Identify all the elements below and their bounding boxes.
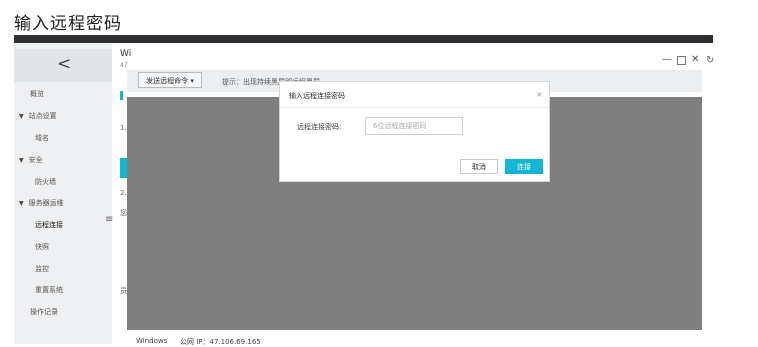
sidebar-group-site-settings[interactable]: ▼ 站点设置: [19, 111, 57, 121]
content-fragment: 员: [120, 287, 127, 295]
step-number: 1.: [120, 124, 127, 132]
password-dialog: 输入远程连接密码 × 远程连接密码: 取消 连接: [279, 81, 550, 182]
sidebar-item-remote-connect[interactable]: 远程连接: [35, 220, 63, 230]
sidebar-item-firewall[interactable]: 防火墙: [35, 177, 56, 187]
sidebar-group-server-ops[interactable]: ▼ 服务器运维: [19, 198, 64, 208]
caret-down-icon: ▼: [19, 200, 24, 207]
sidebar-item-reset-system[interactable]: 重置系统: [35, 285, 63, 295]
page-title: 输入远程密码: [14, 14, 122, 34]
sidebar-group-label: 站点设置: [28, 112, 57, 120]
console-title: Wi: [120, 49, 132, 59]
sidebar-header: <: [14, 49, 112, 82]
accent-marker: [120, 91, 123, 100]
refresh-icon[interactable]: ↻: [706, 55, 714, 66]
cancel-button[interactable]: 取消: [460, 159, 498, 174]
menu-icon[interactable]: ≡: [105, 214, 113, 225]
sidebar: <: [14, 43, 112, 344]
maximize-icon[interactable]: [677, 56, 686, 65]
console-subtitle: 47: [120, 62, 128, 69]
step-number: 2.: [120, 189, 127, 197]
sidebar-group-label: 安全: [28, 156, 43, 164]
app-top-bar: [14, 35, 713, 43]
sidebar-group-security[interactable]: ▼ 安全: [19, 155, 43, 165]
sidebar-item-overview[interactable]: 概览: [30, 89, 44, 99]
divider: [280, 107, 549, 108]
dialog-title: 输入远程连接密码: [289, 92, 345, 100]
close-icon[interactable]: ×: [536, 90, 543, 99]
send-command-label: 发送远程命令: [146, 77, 189, 85]
caret-down-icon: ▼: [19, 157, 24, 164]
collapse-sidebar-button[interactable]: <: [57, 54, 71, 74]
minimize-icon[interactable]: —: [662, 55, 672, 65]
close-icon[interactable]: ✕: [691, 55, 699, 65]
connect-button[interactable]: 连接: [505, 159, 543, 174]
password-label: 远程连接密码:: [297, 123, 342, 131]
sidebar-item-domain[interactable]: 域名: [35, 133, 49, 143]
sidebar-item-snapshot[interactable]: 快照: [35, 242, 49, 252]
sidebar-item-monitor[interactable]: 监控: [35, 264, 49, 274]
sidebar-item-operation-log[interactable]: 操作记录: [30, 307, 58, 317]
step-text: 您: [120, 209, 127, 217]
console-footer: Windows 公网 IP：47.106.69.165: [127, 330, 702, 346]
password-input[interactable]: [365, 117, 463, 135]
caret-down-icon: ▼: [19, 113, 24, 120]
footer-ip: 公网 IP：47.106.69.165: [180, 338, 261, 346]
dropdown-caret-icon: ▾: [190, 77, 194, 85]
send-remote-command-button[interactable]: 发送远程命令 ▾: [138, 72, 202, 88]
sidebar-group-label: 服务器运维: [28, 199, 64, 207]
